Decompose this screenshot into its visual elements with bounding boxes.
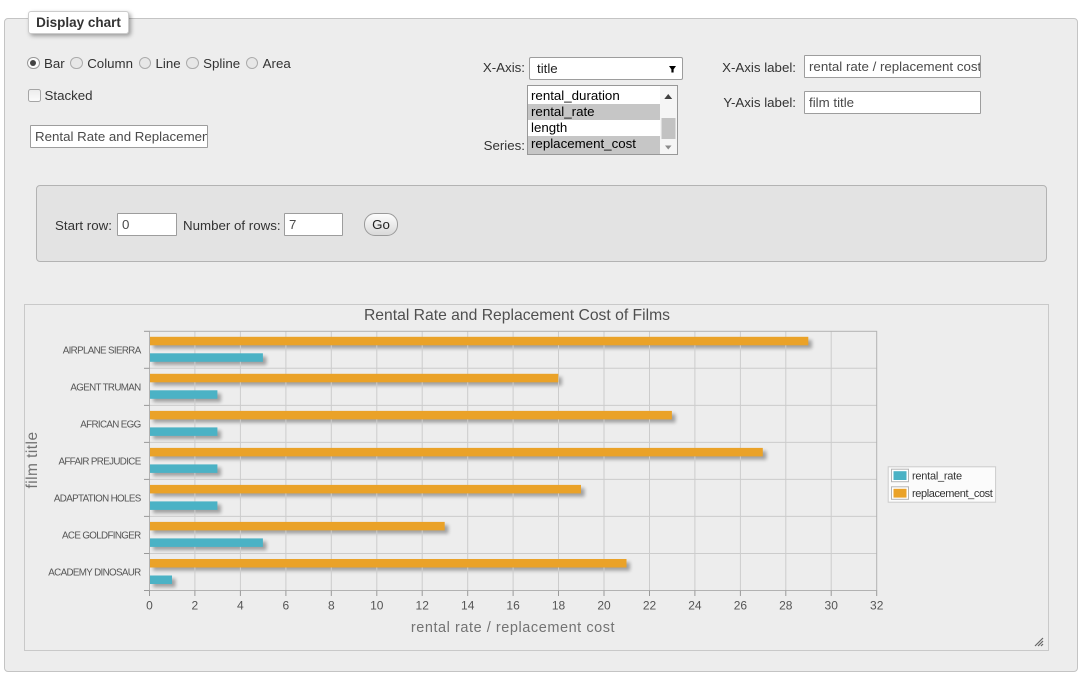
svg-text:8: 8 bbox=[328, 599, 335, 613]
svg-text:32: 32 bbox=[870, 599, 884, 613]
svg-text:16: 16 bbox=[506, 599, 520, 613]
svg-text:ADAPTATION HOLES: ADAPTATION HOLES bbox=[54, 493, 142, 504]
svg-text:0: 0 bbox=[146, 599, 153, 613]
svg-text:rental rate / replacement cost: rental rate / replacement cost bbox=[411, 620, 615, 636]
svg-text:2: 2 bbox=[192, 599, 199, 613]
svg-text:12: 12 bbox=[416, 599, 430, 613]
svg-text:AFFAIR PREJUDICE: AFFAIR PREJUDICE bbox=[58, 456, 141, 467]
svg-text:6: 6 bbox=[283, 599, 290, 613]
svg-text:AGENT TRUMAN: AGENT TRUMAN bbox=[70, 382, 141, 393]
svg-text:AIRPLANE SIERRA: AIRPLANE SIERRA bbox=[63, 345, 142, 356]
svg-text:4: 4 bbox=[237, 599, 244, 613]
svg-text:30: 30 bbox=[825, 599, 839, 613]
svg-text:28: 28 bbox=[779, 599, 793, 613]
svg-text:rental_rate: rental_rate bbox=[912, 471, 962, 483]
svg-text:10: 10 bbox=[370, 599, 384, 613]
svg-text:Rental Rate and Replacement Co: Rental Rate and Replacement Cost of Film… bbox=[364, 307, 670, 324]
svg-text:ACE GOLDFINGER: ACE GOLDFINGER bbox=[62, 531, 141, 542]
svg-text:20: 20 bbox=[597, 599, 611, 613]
svg-text:ACADEMY DINOSAUR: ACADEMY DINOSAUR bbox=[48, 568, 141, 579]
svg-text:AFRICAN EGG: AFRICAN EGG bbox=[80, 419, 140, 430]
svg-text:18: 18 bbox=[552, 599, 566, 613]
svg-text:film title: film title bbox=[24, 431, 41, 488]
svg-text:26: 26 bbox=[734, 599, 748, 613]
svg-text:14: 14 bbox=[461, 599, 475, 613]
svg-text:24: 24 bbox=[688, 599, 702, 613]
svg-text:22: 22 bbox=[643, 599, 657, 613]
svg-text:replacement_cost: replacement_cost bbox=[912, 488, 993, 500]
